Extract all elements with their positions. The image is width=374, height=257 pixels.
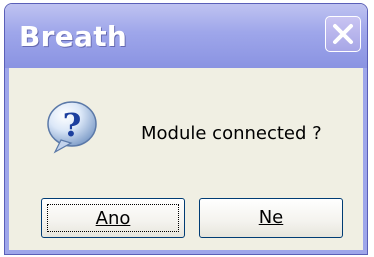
close-button[interactable] xyxy=(325,16,361,52)
dialog-message: Module connected ? xyxy=(141,123,322,144)
window-frame-bottom xyxy=(5,250,367,254)
yes-button-label: Ano xyxy=(47,204,179,232)
no-button-label: Ne xyxy=(258,207,284,228)
dialog-title: Breath xyxy=(19,20,128,53)
close-icon xyxy=(333,24,353,44)
question-icon: ? xyxy=(47,101,97,154)
yes-button[interactable]: Ano xyxy=(41,198,185,238)
window-frame-right xyxy=(363,68,367,254)
dialog-body: ? Module connected ? Ano Ne xyxy=(9,68,363,250)
dialog-window: Breath ? Module connected ? Ano Ne xyxy=(5,4,367,254)
no-button[interactable]: Ne xyxy=(199,198,343,238)
svg-text:?: ? xyxy=(63,106,82,144)
title-bar[interactable]: Breath xyxy=(5,4,367,68)
